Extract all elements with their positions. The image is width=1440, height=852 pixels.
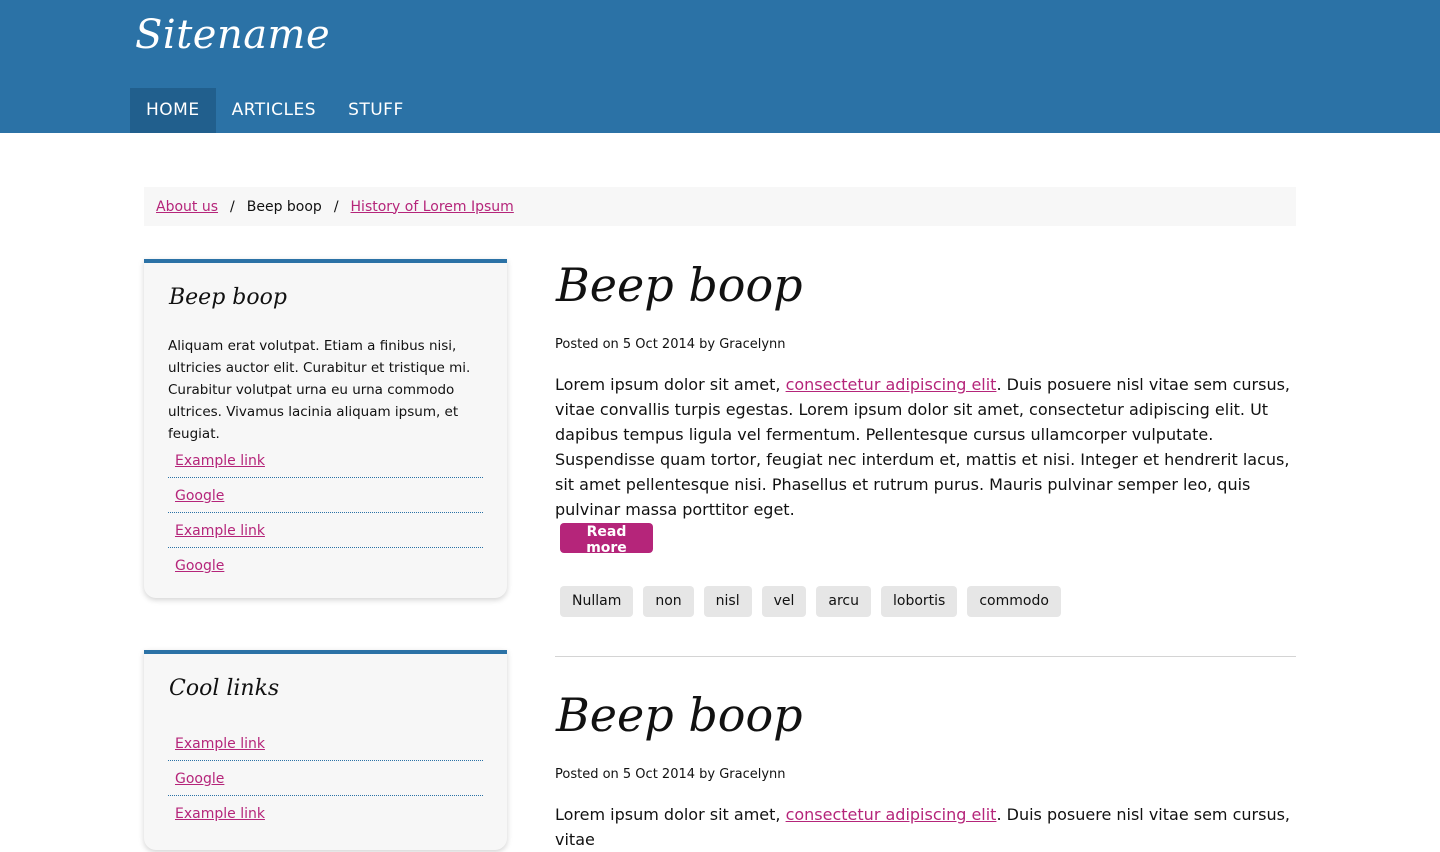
main-nav: HOME ARTICLES STUFF [130, 88, 420, 133]
nav-articles[interactable]: ARTICLES [216, 88, 332, 133]
post-meta: Posted on 5 Oct 2014 by Gracelynn [555, 337, 786, 352]
tag[interactable]: lobortis [881, 586, 958, 617]
site-logo[interactable]: Sitename [135, 12, 330, 58]
widget-link-list: Example link Google Example link [168, 726, 483, 830]
post-text: . Duis posuere nisl vitae sem cursus, vi… [555, 375, 1291, 519]
widget-link[interactable]: Google [175, 488, 224, 504]
tag[interactable]: nisl [703, 586, 752, 617]
widget-title: Beep boop [169, 285, 287, 310]
widget-link[interactable]: Example link [175, 523, 265, 539]
post-meta: Posted on 5 Oct 2014 by Gracelynn [555, 767, 786, 782]
list-item: Example link [168, 726, 483, 761]
list-item: Example link [168, 796, 483, 830]
breadcrumb-current: Beep boop [246, 198, 322, 215]
widget-link[interactable]: Example link [175, 736, 265, 752]
list-item: Google [168, 478, 483, 513]
breadcrumb-separator: / [333, 198, 339, 215]
post-body: Lorem ipsum dolor sit amet, consectetur … [555, 802, 1297, 852]
post-title: Beep boop [556, 258, 803, 312]
widget-text: Aliquam erat volutpat. Etiam a finibus n… [168, 338, 471, 442]
post-inline-link[interactable]: consectetur adipiscing elit [786, 375, 997, 394]
sidebar-widget-cool-links: Cool links Example link Google Example l… [144, 650, 507, 850]
list-item: Example link [168, 513, 483, 548]
breadcrumb: About us / Beep boop / History of Lorem … [144, 187, 1296, 226]
post-text: Lorem ipsum dolor sit amet, [555, 375, 786, 394]
widget-link-list: Example link Google Example link Google [168, 443, 483, 582]
site-header: Sitename HOME ARTICLES STUFF [0, 0, 1440, 133]
widget-link[interactable]: Google [175, 771, 224, 787]
tag[interactable]: Nullam [560, 586, 634, 617]
tag-list: Nullam non nisl vel arcu lobortis commod… [560, 586, 1071, 617]
tag[interactable]: arcu [816, 586, 872, 617]
widget-link[interactable]: Example link [175, 453, 265, 469]
breadcrumb-history[interactable]: History of Lorem Ipsum [351, 199, 514, 215]
tag[interactable]: commodo [967, 586, 1061, 617]
post-body: Lorem ipsum dolor sit amet, consectetur … [555, 372, 1297, 522]
nav-stuff[interactable]: STUFF [332, 88, 420, 133]
nav-home[interactable]: HOME [130, 88, 216, 133]
breadcrumb-separator: / [230, 198, 235, 215]
list-item: Google [168, 548, 483, 582]
list-item: Google [168, 761, 483, 796]
post-divider [555, 656, 1296, 657]
post-text: Lorem ipsum dolor sit amet, [555, 805, 786, 824]
breadcrumb-about-us[interactable]: About us [156, 199, 218, 215]
tag[interactable]: non [643, 586, 694, 617]
list-item: Example link [168, 443, 483, 478]
widget-link[interactable]: Example link [175, 806, 265, 822]
sidebar-widget-beep-boop: Beep boop Aliquam erat volutpat. Etiam a… [144, 259, 507, 598]
post-title: Beep boop [556, 688, 803, 742]
widget-title: Cool links [169, 676, 280, 701]
widget-link[interactable]: Google [175, 558, 224, 574]
read-more-button[interactable]: Read more [560, 523, 653, 556]
tag[interactable]: vel [761, 586, 807, 617]
post-inline-link[interactable]: consectetur adipiscing elit [786, 805, 997, 824]
